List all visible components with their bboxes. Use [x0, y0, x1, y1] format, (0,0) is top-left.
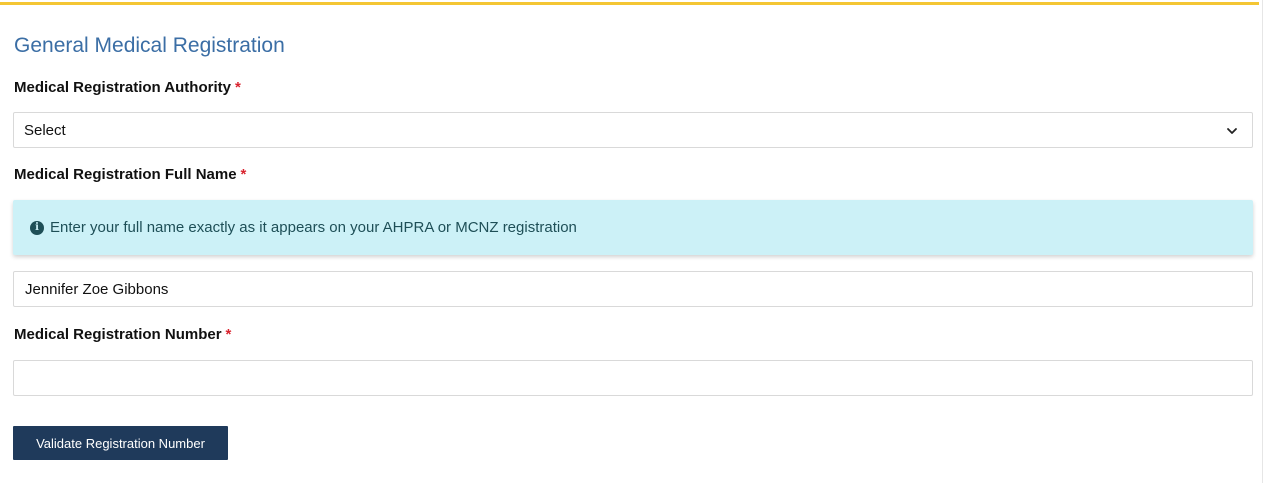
authority-select-value: Select — [24, 121, 66, 139]
full-name-input[interactable] — [13, 271, 1253, 307]
authority-select[interactable]: Select — [13, 112, 1253, 148]
required-asterisk: * — [234, 79, 241, 96]
registration-number-label-text: Medical Registration Number — [14, 326, 222, 343]
full-name-info-text: Enter your full name exactly as it appea… — [50, 219, 577, 236]
full-name-label-text: Medical Registration Full Name — [14, 166, 237, 183]
panel-edge-divider — [1262, 0, 1263, 483]
authority-label-text: Medical Registration Authority — [14, 79, 231, 96]
full-name-label: Medical Registration Full Name * — [14, 166, 246, 183]
registration-number-label: Medical Registration Number * — [14, 326, 231, 343]
section-title: General Medical Registration — [14, 34, 285, 57]
authority-label: Medical Registration Authority * — [14, 79, 241, 96]
chevron-down-icon — [1227, 128, 1237, 134]
full-name-info-alert: i Enter your full name exactly as it app… — [13, 200, 1253, 255]
registration-number-input[interactable] — [13, 360, 1253, 396]
top-accent-bar — [0, 2, 1259, 5]
registration-form-page: General Medical Registration Medical Reg… — [0, 0, 1280, 483]
info-circle-icon: i — [30, 220, 44, 235]
required-asterisk: * — [240, 166, 247, 183]
required-asterisk: * — [225, 326, 232, 343]
validate-registration-button[interactable]: Validate Registration Number — [13, 426, 228, 460]
